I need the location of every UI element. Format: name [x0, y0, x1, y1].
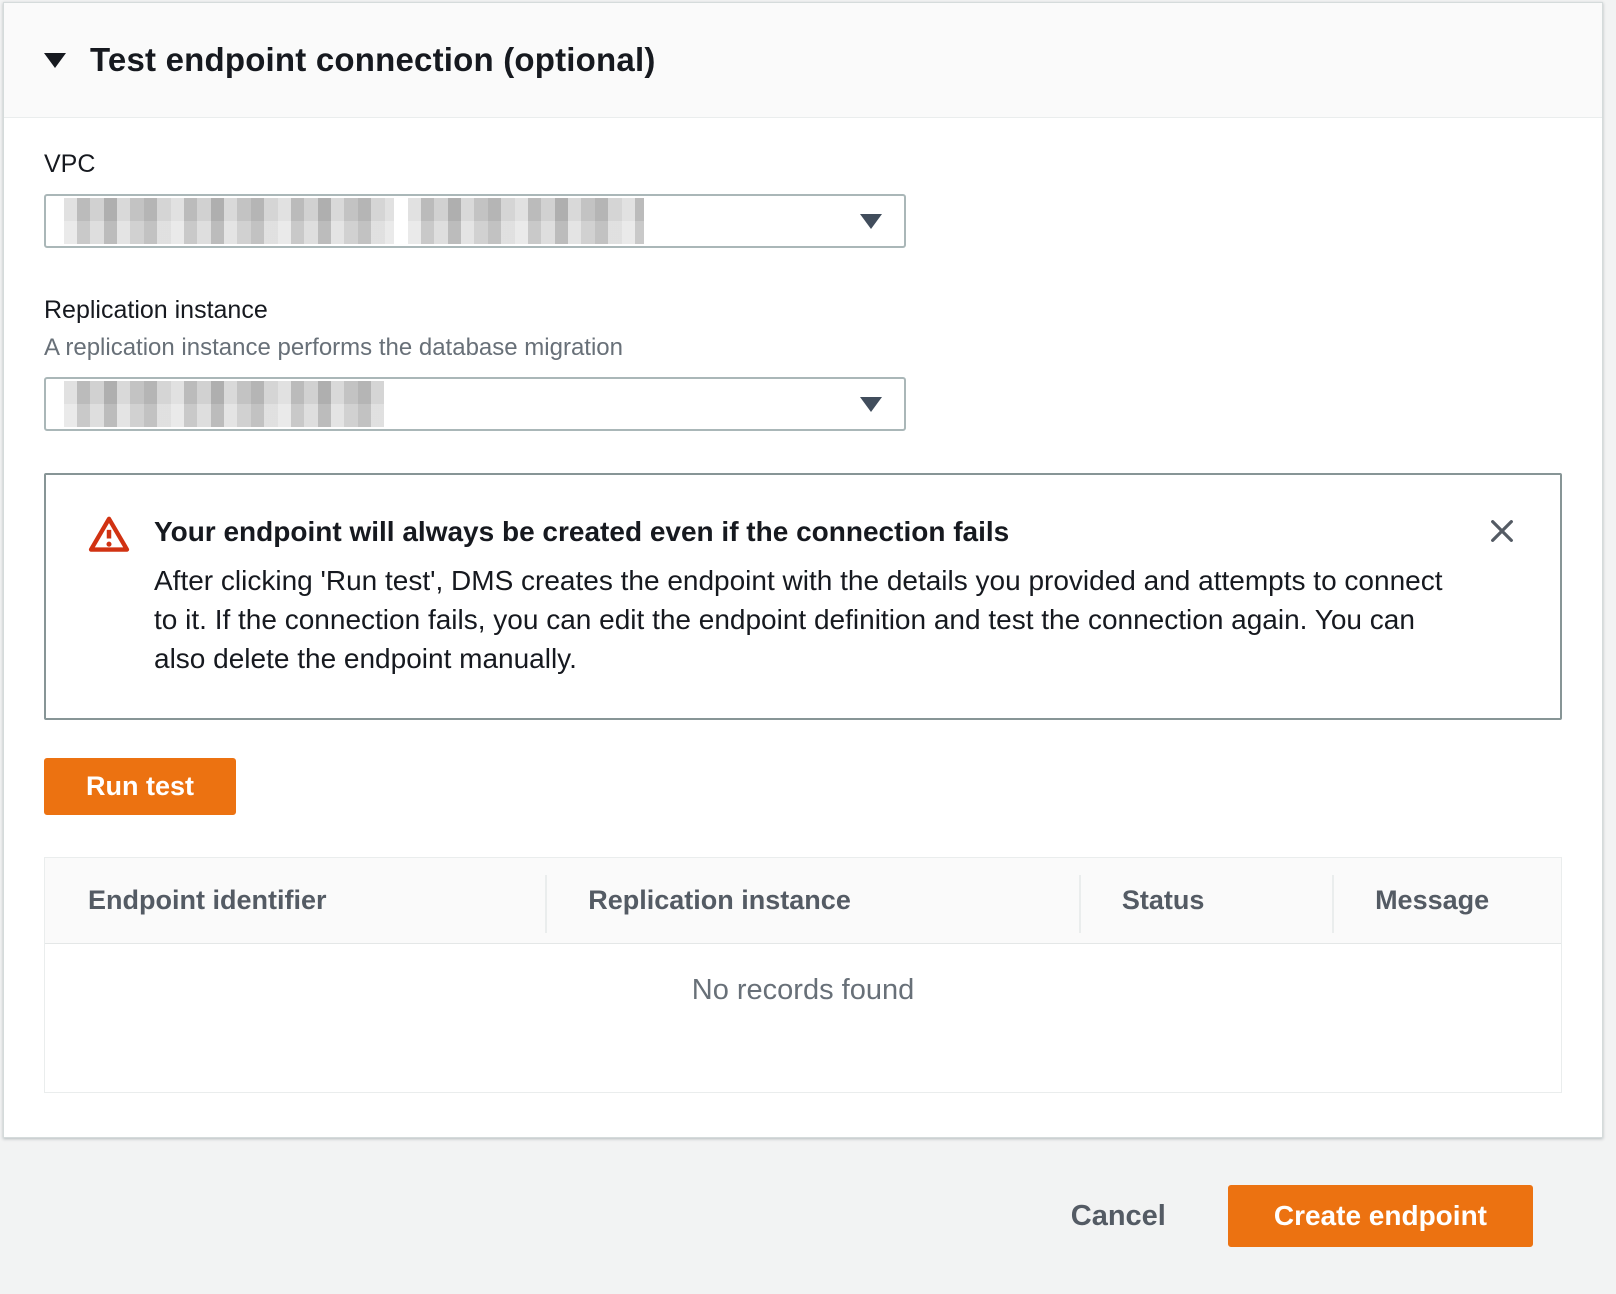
vpc-field: VPC — [44, 150, 1562, 248]
column-header-replication-instance: Replication instance — [545, 858, 1079, 943]
redacted-block — [64, 381, 384, 427]
alert-title: Your endpoint will always be created eve… — [154, 513, 1454, 551]
connection-test-results-table: Endpoint identifier Replication instance… — [44, 857, 1562, 1093]
section-title: Test endpoint connection (optional) — [90, 41, 656, 79]
column-header-message: Message — [1332, 858, 1561, 943]
warning-triangle-icon — [88, 515, 130, 558]
cancel-button[interactable]: Cancel — [1071, 1200, 1166, 1233]
replication-instance-select[interactable] — [44, 377, 906, 431]
footer-action-bar: Cancel Create endpoint — [0, 1138, 1616, 1294]
section-header[interactable]: Test endpoint connection (optional) — [4, 3, 1602, 118]
alert-close-button[interactable] — [1484, 513, 1520, 549]
alert-body: After clicking 'Run test', DMS creates t… — [154, 561, 1454, 679]
replication-instance-field: Replication instance A replication insta… — [44, 296, 1562, 431]
vpc-selected-value-redacted — [64, 198, 644, 244]
redacted-block — [408, 198, 644, 244]
table-header-row: Endpoint identifier Replication instance… — [45, 858, 1561, 944]
vpc-label: VPC — [44, 150, 1562, 179]
run-test-button[interactable]: Run test — [44, 758, 236, 815]
caret-down-icon — [860, 214, 882, 229]
alert-content: Your endpoint will always be created eve… — [154, 513, 1454, 678]
collapse-triangle-icon — [44, 53, 66, 68]
create-endpoint-button[interactable]: Create endpoint — [1228, 1185, 1533, 1247]
caret-down-icon — [860, 397, 882, 412]
close-icon — [1486, 535, 1518, 550]
column-header-endpoint-identifier: Endpoint identifier — [45, 858, 545, 943]
vpc-select[interactable] — [44, 194, 906, 248]
table-empty-state: No records found — [45, 944, 1561, 1092]
column-header-status: Status — [1079, 858, 1332, 943]
test-endpoint-connection-panel: Test endpoint connection (optional) VPC … — [3, 2, 1603, 1138]
replication-instance-label: Replication instance — [44, 296, 1562, 325]
replication-instance-selected-value-redacted — [64, 381, 384, 427]
section-body: VPC Replication instance A replication i… — [4, 118, 1602, 1137]
warning-alert: Your endpoint will always be created eve… — [44, 473, 1562, 720]
redacted-block — [64, 198, 394, 244]
replication-instance-description: A replication instance performs the data… — [44, 334, 1562, 362]
